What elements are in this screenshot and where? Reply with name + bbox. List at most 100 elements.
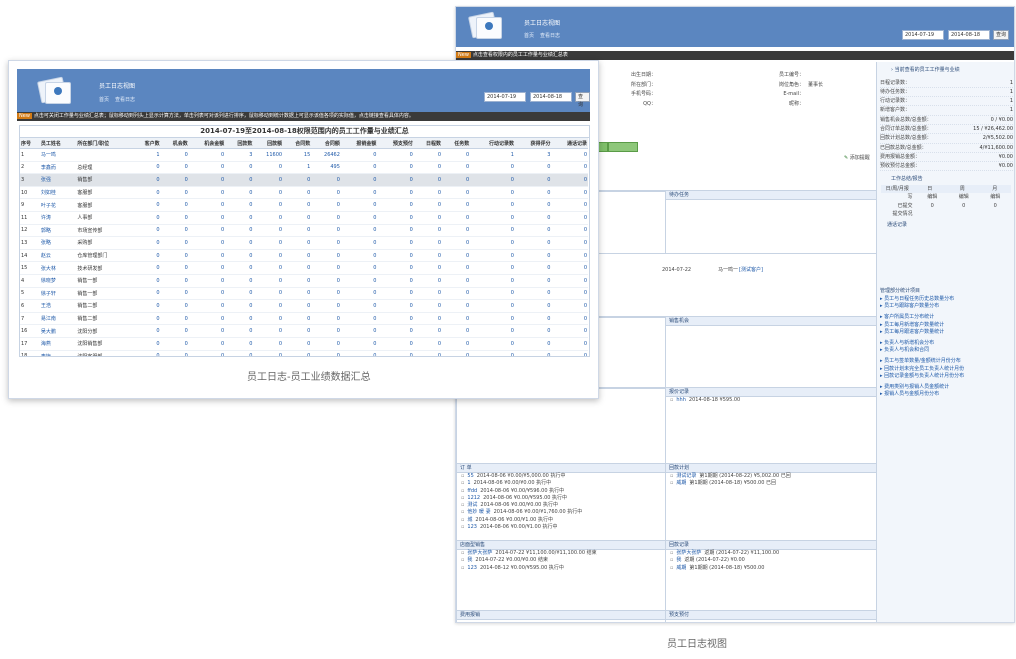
- stat-cell[interactable]: 0: [413, 198, 443, 212]
- stat-cell[interactable]: 0: [160, 211, 189, 225]
- stat-cell[interactable]: 0: [551, 312, 588, 326]
- stat-cell[interactable]: 0: [188, 148, 226, 162]
- stat-cell[interactable]: 0: [377, 186, 414, 200]
- stat-cell[interactable]: 0: [311, 236, 341, 250]
- stat-cell[interactable]: 0: [160, 161, 189, 175]
- employee-name-link[interactable]: 王浩: [39, 299, 77, 313]
- stat-cell[interactable]: 0: [377, 249, 414, 263]
- stat-cell[interactable]: 0: [514, 261, 552, 275]
- stat-cell[interactable]: 0: [340, 186, 378, 200]
- stat-cell[interactable]: 0: [253, 211, 284, 225]
- query-button[interactable]: 查询: [993, 30, 1010, 40]
- stat-cell[interactable]: 0: [551, 173, 588, 187]
- stat-cell[interactable]: 0: [551, 337, 588, 351]
- stat-cell[interactable]: 1: [283, 161, 312, 175]
- notice-bar[interactable]: New 点击查看权限内的员工工作量与业绩汇总表: [456, 51, 1014, 60]
- stat-cell[interactable]: 0: [132, 173, 161, 187]
- list-item[interactable]: ▫ 123 2014-08-12 ¥0.00/¥595.00 执行中: [457, 565, 665, 572]
- stat-cell[interactable]: 0: [442, 211, 471, 225]
- column-header[interactable]: 员工姓名: [39, 138, 77, 149]
- stat-cell[interactable]: 495: [311, 161, 341, 175]
- stat-cell[interactable]: 0: [160, 261, 189, 275]
- stat-cell[interactable]: 0: [283, 186, 312, 200]
- stat-cell[interactable]: 0: [160, 337, 189, 351]
- stat-cell[interactable]: 0: [188, 324, 226, 338]
- stat-cell[interactable]: 0: [225, 249, 254, 263]
- stat-cell[interactable]: 0: [413, 186, 443, 200]
- stat-cell[interactable]: 0: [340, 211, 378, 225]
- stat-value[interactable]: 2/¥5,502.00: [983, 134, 1013, 142]
- list-item-link[interactable]: 1212: [467, 495, 480, 501]
- stat-cell[interactable]: 0: [413, 224, 443, 238]
- stat-cell[interactable]: 0: [132, 249, 161, 263]
- management-stat-link[interactable]: ▸ 负责人与机会和合同: [880, 347, 1012, 354]
- stat-cell[interactable]: 0: [377, 274, 414, 288]
- stat-cell[interactable]: 0: [311, 274, 341, 288]
- stat-cell[interactable]: 0: [514, 173, 552, 187]
- stat-cell[interactable]: 0: [470, 274, 515, 288]
- stat-cell[interactable]: 0: [377, 224, 414, 238]
- stat-cell[interactable]: 1: [132, 148, 161, 162]
- employee-name-link[interactable]: 叶子花: [39, 198, 77, 212]
- stat-cell[interactable]: 0: [514, 236, 552, 250]
- stat-cell[interactable]: 0: [442, 224, 471, 238]
- stat-value[interactable]: 1: [1010, 97, 1013, 105]
- stat-cell[interactable]: 0: [551, 236, 588, 250]
- stat-cell[interactable]: 0: [188, 236, 226, 250]
- list-item-link[interactable]: 测试: [467, 502, 477, 508]
- stat-value[interactable]: ¥0.00: [999, 162, 1013, 170]
- stat-cell[interactable]: 0: [514, 211, 552, 225]
- stat-cell[interactable]: 0: [413, 350, 443, 356]
- stat-cell[interactable]: 0: [311, 337, 341, 351]
- stat-cell[interactable]: 0: [311, 186, 341, 200]
- list-item[interactable]: ▫ 1 2014-08-06 ¥0.00/¥0.00 执行中: [457, 480, 665, 487]
- stat-cell[interactable]: 0: [188, 224, 226, 238]
- stat-cell[interactable]: 0: [188, 312, 226, 326]
- stat-cell[interactable]: 0: [188, 287, 226, 301]
- stat-cell[interactable]: 0: [253, 261, 284, 275]
- stat-cell[interactable]: 0: [442, 161, 471, 175]
- stat-cell[interactable]: 0: [225, 312, 254, 326]
- column-header[interactable]: 行动记录数: [470, 138, 515, 149]
- list-item-link[interactable]: 城: [467, 517, 472, 523]
- stat-cell[interactable]: 0: [377, 211, 414, 225]
- column-header[interactable]: 通话记录: [551, 138, 588, 149]
- stat-cell[interactable]: 0: [340, 350, 378, 356]
- stat-cell[interactable]: 0: [470, 299, 515, 313]
- stat-cell[interactable]: 0: [188, 173, 226, 187]
- stat-cell[interactable]: 0: [132, 186, 161, 200]
- column-header[interactable]: 客户数: [132, 138, 161, 149]
- stat-cell[interactable]: 0: [225, 211, 254, 225]
- stat-cell[interactable]: 0: [470, 161, 515, 175]
- table-row[interactable]: 7 易江南 销售二部 0 0 0 0 0 0 0 0 0 0 0 0 0 0: [20, 312, 588, 326]
- management-stat-link[interactable]: ▸ 员工与跟踪客户数量分布: [880, 303, 1012, 310]
- table-row[interactable]: 17 海燕 沈阳销售部 0 0 0 0 0 0 0 0 0 0 0 0 0 0: [20, 337, 588, 351]
- stat-cell[interactable]: 0: [551, 148, 588, 162]
- stat-cell[interactable]: 0: [253, 198, 284, 212]
- table-row[interactable]: 9 叶子花 客服部 0 0 0 0 0 0 0 0 0 0 0 0 0 0: [20, 198, 588, 212]
- stat-cell[interactable]: 0: [188, 186, 226, 200]
- stat-cell[interactable]: 0: [132, 224, 161, 238]
- stat-value[interactable]: ¥0.00: [999, 153, 1013, 161]
- table-row[interactable]: 18 李梅 沈阳客服部 0 0 0 0 0 0 0 0 0 0 0 0 0 0: [20, 350, 588, 356]
- stat-cell[interactable]: 0: [340, 261, 378, 275]
- stat-cell[interactable]: 0: [377, 312, 414, 326]
- stat-cell[interactable]: 0: [160, 148, 189, 162]
- stat-cell[interactable]: 0: [188, 249, 226, 263]
- stat-cell[interactable]: 0: [160, 299, 189, 313]
- management-stat-link[interactable]: ▸ 员工每月跟进客户数量统计: [880, 329, 1012, 336]
- stat-cell[interactable]: 0: [413, 261, 443, 275]
- stat-cell[interactable]: 0: [311, 350, 341, 356]
- stat-cell[interactable]: 0: [188, 161, 226, 175]
- stat-cell[interactable]: 0: [442, 287, 471, 301]
- stat-cell[interactable]: 0: [551, 198, 588, 212]
- stat-cell[interactable]: 0: [283, 274, 312, 288]
- stat-cell[interactable]: 0: [253, 274, 284, 288]
- stat-cell[interactable]: 0: [225, 173, 254, 187]
- table-row[interactable]: 1 马一鸣 1 0 0 3 11600 15 26462 0 0 0 0 1 3 0: [20, 148, 588, 162]
- stat-cell[interactable]: 0: [442, 173, 471, 187]
- stat-cell[interactable]: 0: [470, 249, 515, 263]
- stat-cell[interactable]: 0: [188, 274, 226, 288]
- activity-customer-link[interactable]: [测试客户]: [739, 266, 763, 275]
- stat-cell[interactable]: 0: [283, 312, 312, 326]
